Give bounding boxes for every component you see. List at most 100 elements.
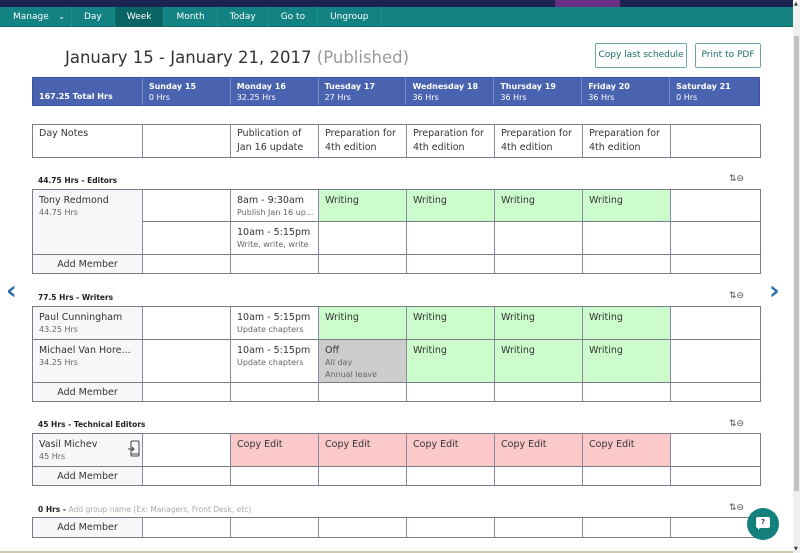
time-off-cell[interactable]: Off All day Annual leave — [319, 340, 407, 382]
add-member-button[interactable]: Add Member — [33, 255, 143, 273]
shift-cell[interactable]: Writing — [495, 340, 583, 382]
shift-cell-empty[interactable] — [671, 190, 760, 221]
shift-cell[interactable]: Copy Edit — [495, 434, 583, 466]
group-header-editors[interactable]: 44.75 Hrs - Editors — [38, 176, 117, 185]
shift-cell[interactable]: Writing — [319, 190, 407, 221]
view-week-button[interactable]: Week — [114, 7, 165, 27]
shift-cell-empty[interactable] — [319, 222, 407, 254]
shift-cell[interactable]: Writing — [583, 340, 671, 382]
scrollbar-thumb[interactable] — [794, 36, 799, 491]
shift-cell[interactable]: Writing — [407, 340, 495, 382]
day-note-cell[interactable] — [143, 125, 231, 157]
day-header[interactable]: Saturday 21 0 Hrs — [670, 78, 759, 105]
group-name[interactable]: Technical Editors — [74, 420, 146, 429]
shift-cell-empty[interactable] — [671, 434, 760, 466]
add-member-button[interactable]: Add Member — [33, 467, 143, 485]
shift-cell-empty[interactable] — [671, 222, 760, 254]
collapse-icon[interactable]: ⊖ — [737, 174, 745, 184]
collapse-icon[interactable]: ⊖ — [737, 291, 745, 301]
shift-cell-empty[interactable] — [583, 222, 671, 254]
window-top-strip — [0, 0, 793, 7]
empty-cell — [407, 518, 495, 537]
day-note-cell[interactable]: Preparation for 4th edition — [583, 125, 671, 157]
day-header[interactable]: Friday 20 36 Hrs — [582, 78, 671, 105]
shift-cell-empty[interactable] — [671, 307, 760, 339]
shift-cell[interactable]: Writing — [583, 190, 671, 221]
shift-cell-empty[interactable] — [143, 340, 231, 382]
empty-cell — [231, 518, 319, 537]
member-name-cell[interactable]: Vasil Michev 45 Hrs — [33, 434, 143, 466]
shift-cell[interactable]: Writing — [407, 307, 495, 339]
shift-cell[interactable]: Copy Edit — [407, 434, 495, 466]
collapse-icon[interactable]: ⊖ — [737, 503, 745, 513]
print-to-pdf-button[interactable]: Print to PDF — [695, 43, 761, 68]
shift-cell-empty[interactable] — [407, 222, 495, 254]
shift-cell[interactable]: Writing — [495, 190, 583, 221]
group-table-technical-editors: Vasil Michev 45 Hrs Copy Edit Copy Edit C… — [32, 433, 761, 486]
day-header[interactable]: Wednesday 18 36 Hrs — [406, 78, 495, 105]
previous-week-arrow-icon[interactable]: ‹ — [6, 278, 17, 304]
add-member-button[interactable]: Add Member — [33, 518, 143, 537]
group-name[interactable]: Writers — [82, 293, 113, 302]
member-name-cell[interactable]: Tony Redmond 44.75 Hrs — [33, 190, 143, 254]
day-note-cell[interactable] — [671, 125, 760, 157]
shift-note: Write, write, write — [237, 240, 309, 249]
shift-cell[interactable]: Copy Edit — [319, 434, 407, 466]
manage-menu[interactable]: Manage ⌄ — [0, 7, 72, 27]
day-note-cell[interactable]: Preparation for 4th edition — [407, 125, 495, 157]
day-note-cell[interactable]: Preparation for 4th edition — [319, 125, 407, 157]
day-note-cell[interactable]: Preparation for 4th edition — [495, 125, 583, 157]
shift-cell[interactable]: Writing — [407, 190, 495, 221]
day-note-cell[interactable]: Publication of Jan 16 update — [231, 125, 319, 157]
sort-icon[interactable]: ⇅ — [729, 174, 737, 184]
shift-time: 10am - 5:15pm — [237, 227, 311, 238]
shift-cell-empty[interactable] — [671, 340, 760, 382]
shift-cell[interactable]: 10am - 5:15pm Update chapters — [231, 307, 319, 339]
day-header[interactable]: Tuesday 17 27 Hrs — [319, 78, 407, 105]
view-month-button[interactable]: Month — [164, 7, 218, 27]
shift-cell-empty[interactable] — [495, 222, 583, 254]
shift-cell-empty[interactable] — [143, 222, 231, 254]
go-to-button[interactable]: Go to — [269, 7, 319, 27]
group-name[interactable]: Editors — [87, 176, 117, 185]
today-button[interactable]: Today — [218, 7, 269, 27]
group-header-technical-editors[interactable]: 45 Hrs - Technical Editors — [38, 420, 145, 429]
collapse-icon[interactable]: ⊖ — [737, 419, 745, 429]
scroll-down-icon[interactable]: ▼ — [794, 546, 798, 552]
shift-cell[interactable]: Copy Edit — [583, 434, 671, 466]
mobile-device-icon[interactable] — [128, 440, 140, 458]
view-day-button[interactable]: Day — [72, 7, 115, 27]
scroll-up-icon[interactable]: ▲ — [794, 1, 798, 7]
group-header-new[interactable]: 0 Hrs - Add group name (Ex: Managers, Fr… — [38, 505, 251, 514]
ungroup-button[interactable]: Ungroup — [318, 7, 382, 27]
member-hours: 34.25 Hrs — [39, 358, 78, 367]
next-week-arrow-icon[interactable]: › — [769, 278, 780, 304]
sort-icon[interactable]: ⇅ — [729, 503, 737, 513]
shift-label: Writing — [325, 312, 359, 323]
member-name-cell[interactable]: Paul Cunningham 43.25 Hrs — [33, 307, 143, 339]
day-label: Tuesday 17 — [324, 82, 376, 91]
day-header[interactable]: Thursday 19 36 Hrs — [494, 78, 583, 105]
shift-cell[interactable]: Writing — [495, 307, 583, 339]
shift-cell[interactable]: Copy Edit — [231, 434, 319, 466]
group-header-writers[interactable]: 77.5 Hrs - Writers — [38, 293, 113, 302]
day-header[interactable]: Sunday 15 0 Hrs — [143, 78, 231, 105]
member-name-cell[interactable]: Michael Van Hore... 34.25 Hrs — [33, 340, 143, 382]
copy-last-schedule-button[interactable]: Copy last schedule — [595, 43, 687, 68]
shift-cell[interactable]: Writing — [583, 307, 671, 339]
shift-cell[interactable]: 10am - 5:15pm Write, write, write — [231, 222, 319, 254]
shift-cell-empty[interactable] — [143, 307, 231, 339]
sort-icon[interactable]: ⇅ — [729, 419, 737, 429]
shift-cell[interactable]: Writing — [319, 307, 407, 339]
day-header[interactable]: Monday 16 32.25 Hrs — [231, 78, 319, 105]
add-member-button[interactable]: Add Member — [33, 383, 143, 401]
vertical-scrollbar[interactable]: ▲ ▼ — [793, 0, 800, 553]
help-button[interactable]: ? — [747, 508, 779, 540]
shift-cell-empty[interactable] — [143, 434, 231, 466]
shift-cell[interactable]: 10am - 5:15pm Update chapters — [231, 340, 319, 382]
group-name-input[interactable]: Add group name (Ex: Managers, Front Desk… — [69, 505, 252, 514]
sort-icon[interactable]: ⇅ — [729, 291, 737, 301]
shift-row: 10am - 5:15pm Write, write, write — [143, 222, 760, 254]
shift-cell-empty[interactable] — [143, 190, 231, 221]
shift-cell[interactable]: 8am - 9:30am Publish Jan 16 up... — [231, 190, 319, 221]
